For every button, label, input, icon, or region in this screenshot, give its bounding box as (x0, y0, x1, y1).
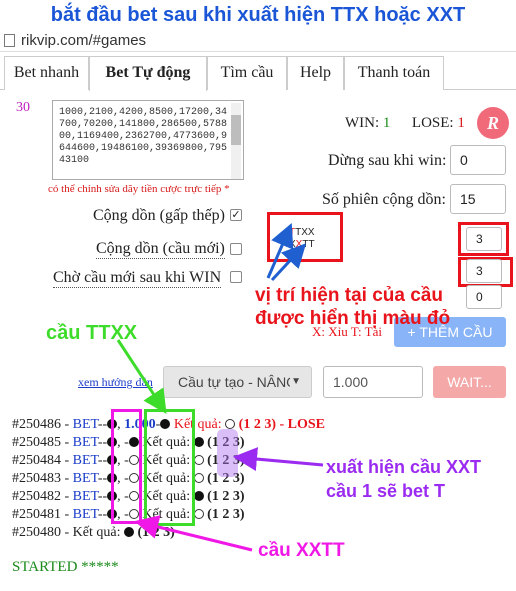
arrow-to-ttxx (116, 339, 167, 415)
arrow-to-xxt (233, 447, 324, 472)
arrow-to-line-1 (266, 222, 294, 279)
annotation-arrows (116, 222, 324, 552)
arrow-to-xxtt (134, 515, 253, 552)
